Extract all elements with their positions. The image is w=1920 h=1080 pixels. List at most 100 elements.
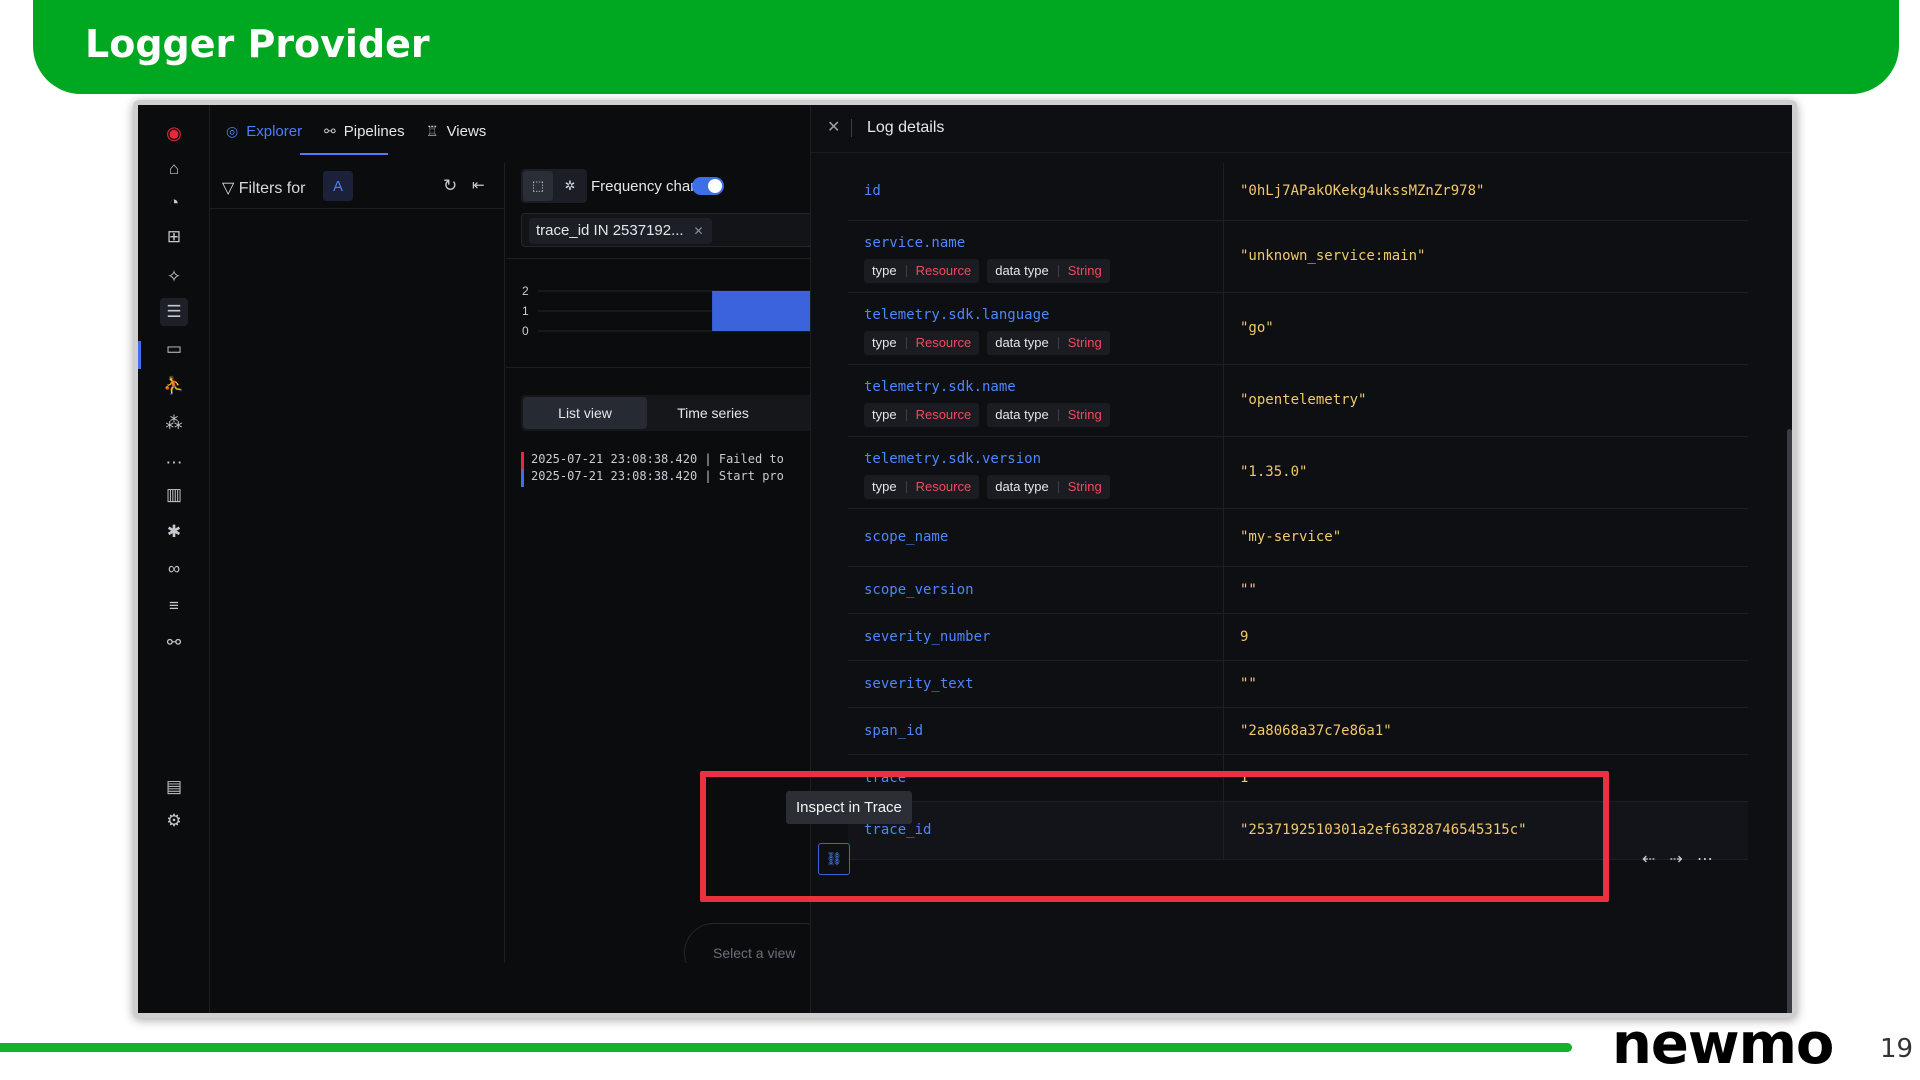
tab-views[interactable]: ♖ Views <box>426 123 486 140</box>
attribute-row: telemetry.sdk.version type Resource data ty… <box>848 437 1748 509</box>
results-panel: ⬚ ✲ Frequency chart trace_id IN 2537192.… <box>506 163 810 963</box>
attribute-key: id <box>864 183 881 199</box>
bug-icon[interactable]: ✱ <box>160 518 188 546</box>
home-icon[interactable]: ⌂ <box>160 155 188 183</box>
signoz-logo-icon[interactable]: ◉ <box>160 119 188 147</box>
page-number: 19 <box>1880 1034 1914 1064</box>
screenshot-frame: ◉ ⌂ ◔ ⊞ ✧ ☰ ▭ ⛹ ⁂ ⋯ ▥ ✱ ∞ ≡ ⚯ ▤ ⚙ ◎ Expl… <box>133 100 1797 1018</box>
attribute-tag: type Resource <box>864 403 980 427</box>
collapse-icon[interactable]: ⇤ <box>472 176 485 194</box>
app-window: ◉ ⌂ ◔ ⊞ ✧ ☰ ▭ ⛹ ⁂ ⋯ ▥ ✱ ∞ ≡ ⚯ ▤ ⚙ ◎ Expl… <box>138 105 1792 1013</box>
attribute-key: scope_name <box>864 529 949 545</box>
divider <box>851 119 852 137</box>
remove-chip-icon[interactable]: ✕ <box>694 218 704 244</box>
query-input[interactable]: trace_id IN 2537192... ✕ <box>521 213 810 247</box>
bar-chart-icon[interactable]: ▥ <box>160 481 188 509</box>
attribute-tag: type Resource <box>864 331 980 355</box>
arrow-right-icon[interactable]: ⇢ <box>1669 849 1682 869</box>
gear-icon[interactable]: ⚙ <box>160 807 188 835</box>
tab-label: Explorer <box>246 123 303 140</box>
tag-value: String <box>1067 335 1102 350</box>
view-tabs: List view Time series <box>521 395 810 431</box>
network-icon[interactable]: ⁂ <box>160 409 188 437</box>
drawer-title: Log details <box>867 119 945 136</box>
tag-value: String <box>1067 407 1102 422</box>
attribute-value: "2a8068a37c7e86a1" <box>1240 723 1392 739</box>
attribute-value: "opentelemetry" <box>1240 392 1367 408</box>
attribute-key-cell: telemetry.sdk.version type Resource data ty… <box>848 437 1224 508</box>
attribute-value: "0hLj7APakOKekg4ukssMZnZr978" <box>1240 183 1485 199</box>
frequency-chart-toggle[interactable] <box>692 177 724 195</box>
comment-icon[interactable]: ▤ <box>160 773 188 801</box>
filter-icon: ▽ <box>222 180 235 197</box>
attribute-key: trace_id <box>864 822 932 838</box>
drawer-header: ✕ Log details <box>811 105 1792 153</box>
attribute-tag: data type String <box>987 259 1110 283</box>
pipeline-icon[interactable]: ⚯ <box>160 629 188 657</box>
binoculars-icon[interactable]: ∞ <box>160 555 188 583</box>
query-chip[interactable]: trace_id IN 2537192... ✕ <box>529 218 712 244</box>
query-letter-chip[interactable]: A <box>323 171 353 201</box>
filters-panel: ▽ Filters for A ↻ ⇤ <box>210 163 505 963</box>
attribute-value: "" <box>1240 676 1257 692</box>
inspect-trace-tooltip: Inspect in Trace <box>786 791 912 824</box>
frequency-chart-label: Frequency chart <box>591 178 700 195</box>
more-icon[interactable]: ⋯ <box>160 449 188 477</box>
attribute-key: span_id <box>864 723 924 739</box>
view-toggle: ⬚ ✲ <box>521 169 587 203</box>
tab-time-series[interactable]: Time series <box>651 395 775 431</box>
tag-divider <box>905 409 907 421</box>
attribute-key: telemetry.sdk.name <box>864 379 1016 395</box>
tag-divider <box>1057 337 1059 349</box>
list-icon[interactable]: ≡ <box>160 592 188 620</box>
attribute-tag: type Resource <box>864 475 980 499</box>
select-icon[interactable]: ⬚ <box>523 171 553 201</box>
chart-bar[interactable] <box>712 291 810 331</box>
attribute-tag: type Resource <box>864 259 980 283</box>
attribute-row: trace_id "2537192510301a2ef63828746545315… <box>848 802 1748 860</box>
attribute-key-cell: span_id <box>848 708 1224 754</box>
slide-header-banner: Logger Provider <box>33 0 1899 94</box>
log-details-drawer: ✕ Log details id "0hLj7APakOKekg4ukssMZnZ… <box>810 105 1792 1013</box>
grid-icon[interactable]: ⊞ <box>160 223 188 251</box>
tab-explorer[interactable]: ◎ Explorer <box>226 123 302 140</box>
inbox-icon[interactable]: ▭ <box>160 335 188 363</box>
tag-value: Resource <box>915 263 972 278</box>
attribute-value: "2537192510301a2ef63828746545315c" <box>1240 822 1527 838</box>
bell-icon[interactable]: ◔ <box>160 189 188 217</box>
frequency-chart: 2 1 0 <box>506 258 810 368</box>
attribute-key: service.name <box>864 235 966 251</box>
attribute-key-cell: scope_version <box>848 567 1224 613</box>
refresh-icon[interactable]: ↻ <box>443 176 457 196</box>
top-tabs: ◎ Explorer ⚯ Pipelines ♖ Views <box>210 105 810 155</box>
link-icon[interactable]: ⛓ <box>818 843 850 875</box>
attribute-value: "" <box>1240 582 1257 598</box>
attribute-key-cell: id <box>848 163 1224 220</box>
views-icon: ♖ <box>426 123 439 139</box>
brand-logo: newmo <box>1612 1012 1834 1077</box>
close-icon[interactable]: ✕ <box>827 117 840 137</box>
attribute-tags: type Resource data type String <box>864 475 1110 499</box>
tab-label: Views <box>446 123 487 140</box>
tab-list-view[interactable]: List view <box>523 397 647 429</box>
sparkle-icon[interactable]: ✧ <box>160 263 188 291</box>
attribute-tag: data type String <box>987 331 1110 355</box>
bug-toggle-icon[interactable]: ✲ <box>555 171 585 201</box>
logs-icon[interactable]: ☰ <box>160 298 188 326</box>
tab-pipelines[interactable]: ⚯ Pipelines <box>324 123 405 140</box>
attribute-key-cell: severity_text <box>848 661 1224 707</box>
person-icon[interactable]: ⛹ <box>160 372 188 400</box>
arrow-left-icon[interactable]: ⇠ <box>1642 849 1655 869</box>
tag-label: data type <box>995 407 1049 422</box>
attribute-row: telemetry.sdk.name type Resource data type S… <box>848 365 1748 437</box>
attribute-tags: type Resource data type String <box>864 331 1110 355</box>
attribute-value: "unknown_service:main" <box>1240 248 1426 264</box>
select-view-input[interactable]: Select a view <box>684 923 810 963</box>
tag-label: data type <box>995 479 1049 494</box>
log-row[interactable]: 2025-07-21 23:08:38.420 | Failed to <box>521 452 784 470</box>
log-row[interactable]: 2025-07-21 23:08:38.420 | Start pro <box>521 469 784 487</box>
scrollbar[interactable] <box>1787 429 1792 1013</box>
more-icon[interactable]: ⋯ <box>1697 849 1713 869</box>
compass-icon: ◎ <box>226 123 239 139</box>
tag-value: Resource <box>915 407 972 422</box>
